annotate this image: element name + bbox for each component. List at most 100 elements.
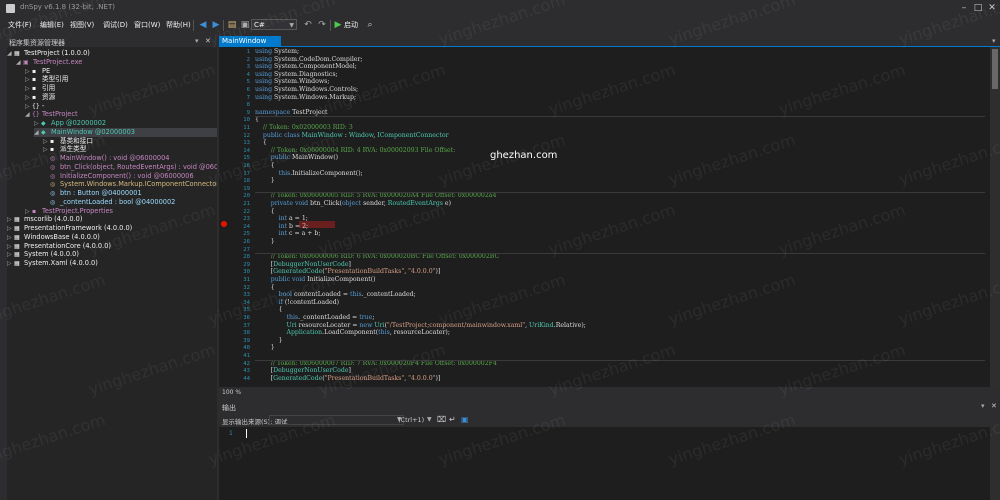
tree-item[interactable]: ▷ ▦ PresentationFramework (4.0.0.0) <box>7 224 217 233</box>
start-icon[interactable]: ▶ <box>332 19 344 31</box>
node-icon: ▪ <box>32 93 37 101</box>
expander-icon[interactable]: ▷ <box>7 215 14 224</box>
expander-icon[interactable]: ▷ <box>25 84 32 93</box>
tree-item[interactable]: ◎ btn : Button @04000001 <box>43 189 217 198</box>
expander-icon[interactable]: ▷ <box>25 75 32 84</box>
expander-icon[interactable]: ▷ <box>7 224 14 233</box>
back-icon[interactable]: ◀ <box>197 19 209 31</box>
tree-item[interactable]: ◎ System.Windows.Markup.IComponentConnect… <box>43 180 217 189</box>
menu-debug[interactable]: 调试(D) <box>103 20 128 30</box>
tree-item-label: App @02000002 <box>51 119 107 127</box>
open-folder-icon[interactable]: ▤ <box>226 19 238 31</box>
expander-icon[interactable]: ◢ <box>34 128 41 137</box>
expander-icon[interactable]: ▷ <box>25 93 32 102</box>
tree-item[interactable]: ▷ ▪ 类型引用 <box>25 75 217 84</box>
expander-icon[interactable]: ▷ <box>34 119 41 128</box>
tree-item[interactable]: ◢ ▦ TestProject (1.0.0.0) <box>7 49 217 58</box>
save-output-icon[interactable]: ▣ <box>461 415 469 424</box>
breakpoint-icon[interactable] <box>221 221 227 227</box>
tree-item[interactable]: ◎ InitializeComponent() : void @06000006 <box>43 172 217 181</box>
expander-icon[interactable]: ◢ <box>16 58 23 67</box>
expander-icon[interactable]: ▷ <box>7 250 14 259</box>
tree-item[interactable]: ▷ ▦ WindowsBase (4.0.0.0) <box>7 233 217 242</box>
undo-icon[interactable]: ↶ <box>302 19 314 31</box>
tree-item[interactable]: ▷ ▦ System (4.0.0.0) <box>7 250 217 259</box>
expander-icon[interactable]: ▷ <box>7 259 14 268</box>
expander-icon[interactable]: ◢ <box>25 110 32 119</box>
code-line: bool contentLoaded = this._contentLoaded… <box>278 291 416 299</box>
line-number: 1 <box>246 49 250 55</box>
search-icon[interactable]: ⌕ <box>364 19 376 31</box>
tree-item[interactable]: ▷ ▦ System.Xaml (4.0.0.0) <box>7 259 217 268</box>
expander-icon[interactable]: ▷ <box>43 137 50 146</box>
tree-item-label: PresentationCore (4.0.0.0) <box>24 241 111 250</box>
scroll-thumb[interactable] <box>992 49 998 89</box>
tree-item[interactable]: ▷ ▪ TestProject.Properties <box>25 207 217 216</box>
vertical-scrollbar[interactable] <box>990 47 1000 387</box>
language-select[interactable]: C# ▼ <box>251 19 297 30</box>
expander-icon[interactable]: ◢ <box>7 49 14 58</box>
expander-icon[interactable]: ▷ <box>25 102 32 111</box>
code-editor[interactable]: 1 2 3 4 5 6 7 8 9 10 11 12 13 14 15 16 17 18 19 20 21 22 23 24 2… <box>219 47 990 387</box>
tree-item[interactable]: ▷ ▦ mscorlib (4.0.0.0) <box>7 215 217 224</box>
method-separator <box>255 192 985 194</box>
line-number: 28 <box>243 254 250 261</box>
tree-item[interactable]: ◢ ◆ MainWindow @02000003 <box>34 127 217 137</box>
line-number: 11 <box>243 125 250 131</box>
tree-item[interactable]: ◎ MainWindow() : void @06000004 <box>43 154 217 163</box>
menu-file[interactable]: 文件(F) <box>8 20 32 30</box>
menu-help[interactable]: 帮助(H) <box>166 20 191 30</box>
start-button[interactable]: 启动 <box>344 20 358 30</box>
tree-item-label: PE <box>42 66 51 75</box>
title-bar: dnSpy v6.1.8 (32-bit, .NET) – □ ✕ <box>0 0 1000 17</box>
output-text-area[interactable]: 1 <box>219 427 990 500</box>
line-number: 14 <box>243 147 250 154</box>
minimize-button[interactable]: – <box>957 2 971 14</box>
tree-item[interactable]: ▷ ▪ 资源 <box>25 93 217 102</box>
save-icon[interactable]: ▣ <box>239 19 251 31</box>
menu-edit[interactable]: 编辑(E) <box>40 20 64 30</box>
pin-icon[interactable]: ▾ <box>195 37 199 45</box>
tree-item[interactable]: ◢{} TestProject <box>25 110 217 119</box>
close-output-icon[interactable]: ✕ <box>991 402 997 410</box>
expander-icon[interactable]: ▷ <box>7 242 14 251</box>
code-line: [GeneratedCode("PresentationBuildTasks",… <box>255 268 441 276</box>
tree-item[interactable]: ▷ ▪ 引用 <box>25 84 217 93</box>
tree-item-label: - <box>42 101 45 110</box>
word-wrap-icon[interactable]: ↵ <box>449 415 456 424</box>
zoom-level[interactable]: 100 % <box>222 389 241 396</box>
close-panel-icon[interactable]: ✕ <box>205 37 211 45</box>
tree-item[interactable]: ▷{} - <box>25 102 217 111</box>
expander-icon[interactable]: ▷ <box>7 233 14 242</box>
expander-icon[interactable]: ▷ <box>25 207 32 216</box>
node-icon: ◎ <box>50 163 56 171</box>
node-icon: ▪ <box>32 85 37 92</box>
output-source-select[interactable] <box>269 415 404 425</box>
line-number: 43 <box>243 368 250 375</box>
line-number: 38 <box>243 330 250 337</box>
pin-icon[interactable]: ▾ <box>981 402 985 410</box>
tree-item[interactable]: ▷ ◆ App @02000002 <box>34 119 217 128</box>
line-number: 39 <box>243 337 250 344</box>
output-scrollbar[interactable] <box>990 427 1000 500</box>
tree-item-label: 引用 <box>42 84 56 92</box>
clear-output-icon[interactable]: ⌧ <box>437 415 446 424</box>
tree-item[interactable]: ▷ ▦ PresentationCore (4.0.0.0) <box>7 242 217 251</box>
tree-item[interactable]: ◎ btn_Click(object, RoutedEventArgs) : vo… <box>43 163 217 172</box>
expander-icon[interactable]: ▷ <box>25 67 32 76</box>
line-number: 31 <box>243 277 250 283</box>
maximize-button[interactable]: □ <box>971 2 985 14</box>
tree-item[interactable]: ◢ ▣ TestProject.exe <box>16 58 217 67</box>
line-number: 32 <box>243 284 250 291</box>
tab-dropdown-icon[interactable]: ▾ <box>992 37 996 45</box>
expander-icon[interactable]: ▷ <box>43 145 50 154</box>
close-button[interactable]: ✕ <box>985 2 999 14</box>
redo-icon[interactable]: ↷ <box>316 19 328 31</box>
menu-window[interactable]: 窗口(W) <box>134 20 160 30</box>
tree-item[interactable]: ▷ ▪ 派生类型 <box>43 145 217 154</box>
forward-icon[interactable]: ▶ <box>210 19 222 31</box>
line-number: 41 <box>243 353 250 359</box>
menu-view[interactable]: 视图(V) <box>70 20 94 30</box>
code-line: } <box>255 238 275 245</box>
tree-item[interactable]: ◎ _contentLoaded : bool @04000002 <box>43 198 217 207</box>
